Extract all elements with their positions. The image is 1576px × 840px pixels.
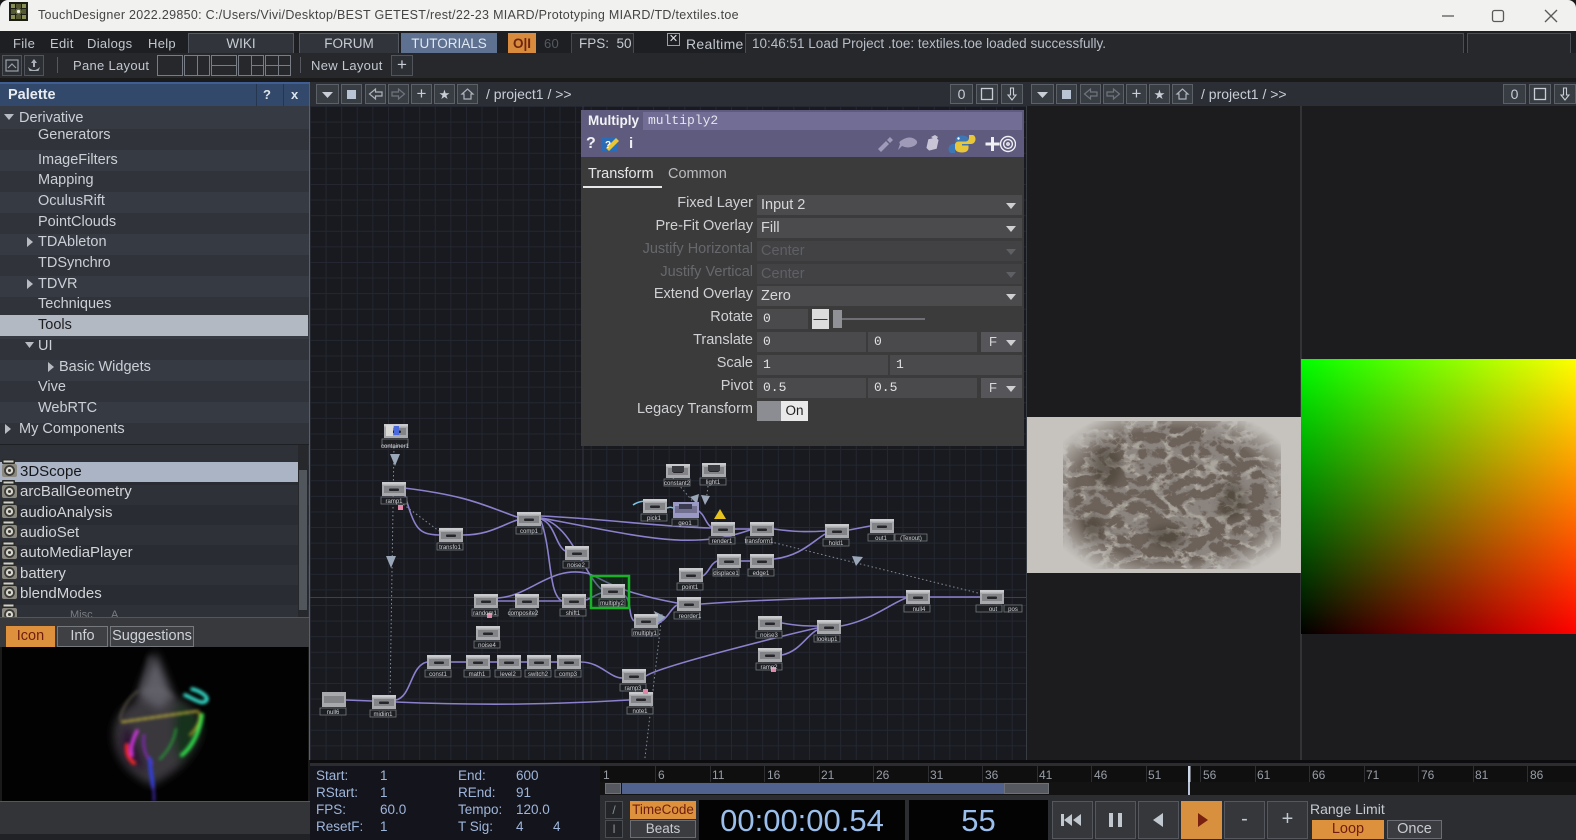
svg-text:86: 86 xyxy=(1530,768,1544,782)
svg-text:reorder1: reorder1 xyxy=(679,614,702,620)
svg-text:render1: render1 xyxy=(712,539,733,545)
svg-text:46: 46 xyxy=(1094,768,1108,782)
svg-text:26: 26 xyxy=(876,768,890,782)
svg-text:6: 6 xyxy=(658,768,665,782)
svg-text:ramp1: ramp1 xyxy=(385,499,403,505)
svg-text:transfo1: transfo1 xyxy=(439,545,461,551)
svg-text:displace1: displace1 xyxy=(713,571,739,577)
svg-text:geo1: geo1 xyxy=(678,521,692,527)
svg-text:71: 71 xyxy=(1366,768,1380,782)
svg-text:comp1: comp1 xyxy=(520,529,539,535)
svg-text:lookup1: lookup1 xyxy=(816,637,838,643)
svg-text:?: ? xyxy=(605,140,611,151)
svg-text:41: 41 xyxy=(1039,768,1053,782)
svg-text:61: 61 xyxy=(1257,768,1271,782)
svg-text:(Texout): (Texout) xyxy=(900,536,922,542)
svg-text:const1: const1 xyxy=(429,672,447,678)
svg-text:ramp2: ramp2 xyxy=(760,665,778,671)
svg-text:switch2: switch2 xyxy=(528,672,549,678)
svg-text:76: 76 xyxy=(1421,768,1435,782)
svg-text:out: out xyxy=(989,607,998,613)
svg-text:21: 21 xyxy=(821,768,835,782)
svg-text:noise2: noise2 xyxy=(567,563,585,569)
svg-text:36: 36 xyxy=(985,768,999,782)
svg-text:midiin1: midiin1 xyxy=(373,712,393,718)
svg-text:noise3: noise3 xyxy=(760,633,778,639)
svg-text:81: 81 xyxy=(1475,768,1489,782)
svg-text:composite2: composite2 xyxy=(508,611,539,617)
svg-text:51: 51 xyxy=(1148,768,1162,782)
svg-text:null4: null4 xyxy=(913,607,926,613)
svg-text:point1: point1 xyxy=(682,585,699,591)
svg-text:noise4: noise4 xyxy=(478,643,496,649)
svg-text:66: 66 xyxy=(1312,768,1326,782)
svg-text:random1: random1 xyxy=(473,611,497,617)
svg-text:pos: pos xyxy=(1008,607,1018,613)
svg-text:multiply2: multiply2 xyxy=(600,601,624,607)
svg-text:math1: math1 xyxy=(469,672,486,678)
svg-text:out1: out1 xyxy=(875,536,887,542)
svg-text:light1: light1 xyxy=(706,480,721,486)
svg-text:11: 11 xyxy=(712,768,725,782)
svg-text:1: 1 xyxy=(603,768,610,782)
svg-text:16: 16 xyxy=(767,768,781,782)
svg-text:comp3: comp3 xyxy=(559,672,578,678)
svg-text:multiply1: multiply1 xyxy=(633,631,657,637)
svg-text:level2: level2 xyxy=(500,672,516,678)
svg-text:note1: note1 xyxy=(632,709,648,715)
svg-text:ramp3: ramp3 xyxy=(624,686,642,692)
svg-text:constant2: constant2 xyxy=(664,481,691,487)
svg-text:56: 56 xyxy=(1203,768,1217,782)
svg-text:null6: null6 xyxy=(327,710,340,716)
svg-text:31: 31 xyxy=(930,768,944,782)
svg-text:transform1: transform1 xyxy=(745,539,774,545)
svg-text:edge1: edge1 xyxy=(753,571,770,577)
svg-text:container1: container1 xyxy=(381,444,410,450)
svg-text:shift1: shift1 xyxy=(566,611,581,617)
svg-text:hold1: hold1 xyxy=(829,541,844,547)
svg-text:pick1: pick1 xyxy=(647,516,662,522)
